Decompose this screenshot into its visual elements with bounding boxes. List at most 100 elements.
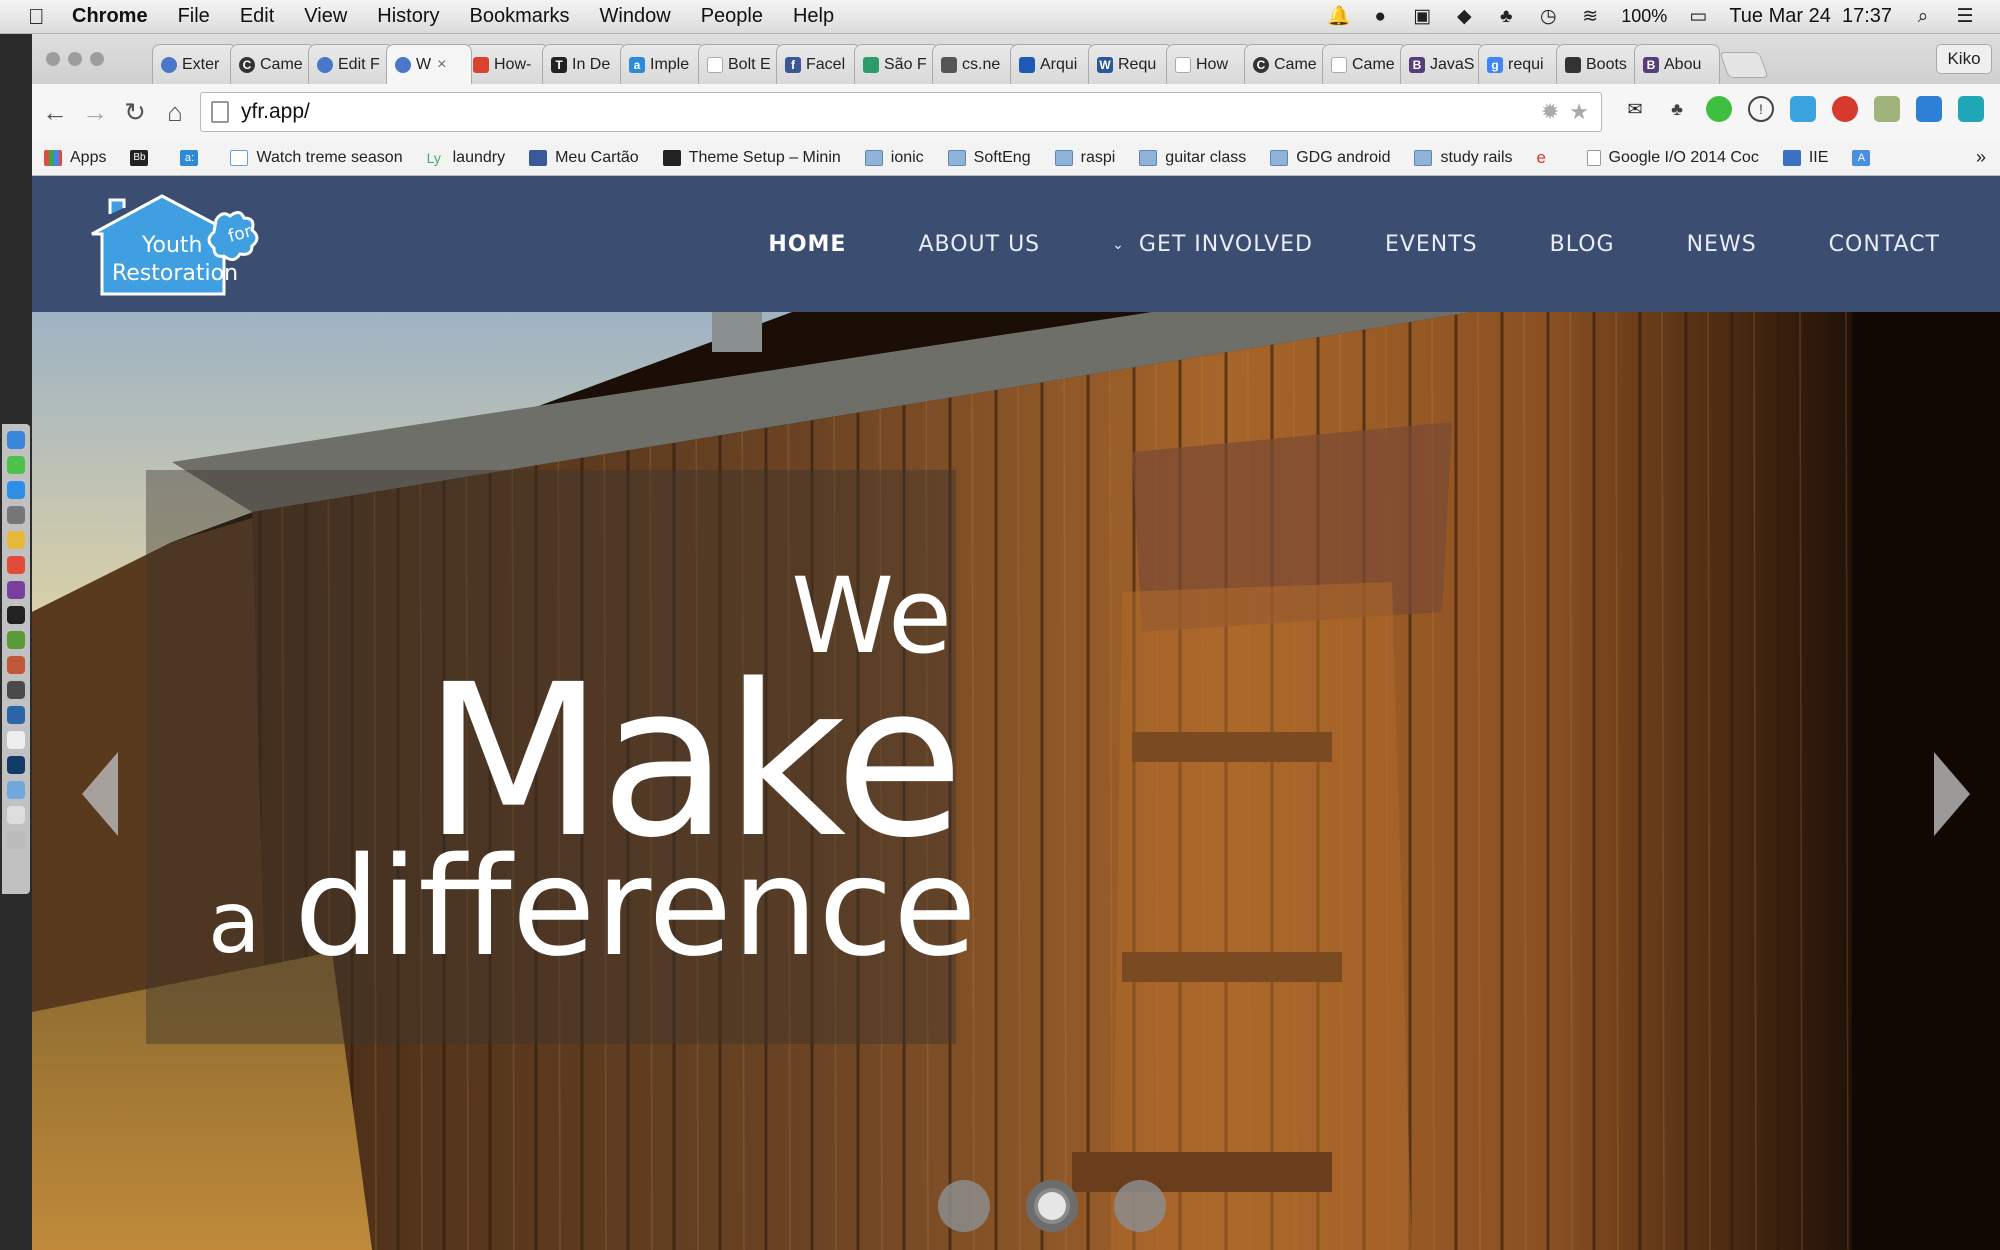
github-icon[interactable] [7,581,25,599]
nav-events[interactable]: EVENTS [1385,232,1478,257]
menu-edit[interactable]: Edit [240,5,274,28]
evernote-icon[interactable]: ♣ [1495,6,1517,27]
bookmark-folder-softeng[interactable]: SoftEng [947,149,1031,167]
documents-icon[interactable] [7,806,25,824]
settings-icon[interactable] [7,506,25,524]
calendar-icon[interactable] [7,731,25,749]
link-icon[interactable] [1790,96,1816,122]
page-info-icon[interactable] [211,101,229,123]
bookmark-theme-setup[interactable]: Theme Setup – Minin [662,149,841,167]
minimize-window-button[interactable] [68,52,82,66]
bookmark-meu-cartao[interactable]: Meu Cartão [529,149,639,167]
reload-icon[interactable]: ↻ [118,95,152,129]
folder-icon[interactable] [7,781,25,799]
mail-icon[interactable]: ✉ [1622,96,1648,122]
nav-blog[interactable]: BLOG [1550,232,1615,257]
bookmark-e[interactable]: e [1537,149,1563,166]
home-icon[interactable]: ⌂ [158,95,192,129]
puzzle-icon[interactable] [1874,96,1900,122]
close-window-button[interactable] [46,52,60,66]
close-tab-icon[interactable]: × [437,56,446,74]
apple-menu-icon[interactable]:  [28,4,58,30]
menu-view[interactable]: View [304,5,347,28]
tab-5[interactable]: How- [464,44,550,84]
bookmark-a[interactable]: a: [180,149,206,166]
tab-16[interactable]: Came [1322,44,1408,84]
nav-home[interactable]: HOME [768,232,846,257]
bookmark-folder-study-rails[interactable]: study rails [1414,149,1513,167]
bookmark-folder-gdg-android[interactable]: GDG android [1270,149,1390,167]
menu-history[interactable]: History [377,5,439,28]
chat-icon[interactable]: ● [1369,6,1391,27]
carousel-dot-2[interactable] [1026,1180,1078,1232]
tab-6[interactable]: T In De [542,44,628,84]
bookmark-iie[interactable]: IIE [1782,149,1828,167]
tab-4-active[interactable]: W × [386,44,472,84]
menu-clock[interactable]: Tue Mar 24 17:37 [1729,5,1892,28]
notes-icon[interactable] [7,531,25,549]
carousel-next-arrow-icon[interactable] [1934,752,1970,836]
adblock-icon[interactable] [1832,96,1858,122]
menu-window[interactable]: Window [600,5,671,28]
address-bar[interactable]: yfr.app/ ✹ ★ [200,92,1602,132]
window-icon[interactable] [1916,96,1942,122]
menu-file[interactable]: File [178,5,210,28]
wifi-icon[interactable]: ≋ [1579,6,1601,27]
terminal-icon[interactable] [7,606,25,624]
nav-get-involved[interactable]: ⌄ GET INVOLVED [1112,232,1313,257]
new-tab-button[interactable] [1719,52,1769,78]
notification-center-icon[interactable]: ☰ [1954,6,1976,27]
tab-11[interactable]: cs.ne [932,44,1018,84]
bookmark-star-icon[interactable]: ★ [1569,99,1589,125]
bookmark-apps[interactable]: Apps [44,149,106,167]
finder-icon[interactable] [7,431,25,449]
bookmark-folder-ionic[interactable]: ionic [864,149,924,167]
carousel-prev-arrow-icon[interactable] [82,752,118,836]
tab-10[interactable]: São F [854,44,940,84]
screen-icon[interactable]: ▣ [1411,6,1433,27]
bookmark-bb[interactable]: Bb [130,149,156,166]
tab-2[interactable]: C Came [230,44,316,84]
tab-17[interactable]: B JavaS [1400,44,1486,84]
bookmark-google-io[interactable]: Google I/O 2014 Coc [1586,149,1759,167]
tab-8[interactable]: Bolt E [698,44,784,84]
nav-news[interactable]: NEWS [1687,232,1757,257]
tab-13[interactable]: W Requ [1088,44,1174,84]
safari-icon[interactable] [7,481,25,499]
nav-about-us[interactable]: ABOUT US [918,232,1040,257]
carousel-dot-3[interactable] [1114,1180,1166,1232]
carousel-dot-1[interactable] [938,1180,990,1232]
evernote-ext-icon[interactable]: ♣ [1664,96,1690,122]
tab-7[interactable]: a Imple [620,44,706,84]
vm-icon[interactable] [7,681,25,699]
nav-contact[interactable]: CONTACT [1829,232,1940,257]
trash-icon[interactable] [7,831,25,849]
tab-1[interactable]: Exter [152,44,238,84]
spotlight-search-icon[interactable]: ⌕ [1912,6,1934,27]
zoom-window-button[interactable] [90,52,104,66]
forward-arrow-icon[interactable]: → [78,95,112,129]
photos-icon[interactable] [7,656,25,674]
tab-3[interactable]: Edit F [308,44,394,84]
tab-18[interactable]: g requi [1478,44,1564,84]
chrome-dock-icon[interactable] [7,556,25,574]
url-text[interactable]: yfr.app/ [241,100,310,124]
bookmark-watch-treme[interactable]: Watch treme season [230,149,403,167]
pulse-icon[interactable] [7,706,25,724]
youth-for-restoration-logo[interactable]: for Youth Restoration [84,190,284,302]
tab-12[interactable]: Arqui [1010,44,1096,84]
time-machine-icon[interactable]: ◷ [1537,6,1559,27]
menu-app-name[interactable]: Chrome [72,5,148,28]
menu-people[interactable]: People [701,5,763,28]
wave-icon[interactable] [1958,96,1984,122]
info-icon[interactable]: ! [1748,96,1774,122]
bookmark-folder-guitar-class[interactable]: guitar class [1139,149,1246,167]
bookmark-translate[interactable]: A [1852,149,1878,166]
bookmark-laundry[interactable]: Ly laundry [427,149,505,167]
battery-icon[interactable]: ▭ [1687,6,1709,27]
bookmarks-overflow-chevron[interactable]: » [1976,147,1986,168]
bookmark-folder-raspi[interactable]: raspi [1054,149,1115,167]
dropbox-icon[interactable]: ◆ [1453,6,1475,27]
tab-14[interactable]: How [1166,44,1252,84]
profile-button[interactable]: Kiko [1936,44,1992,74]
